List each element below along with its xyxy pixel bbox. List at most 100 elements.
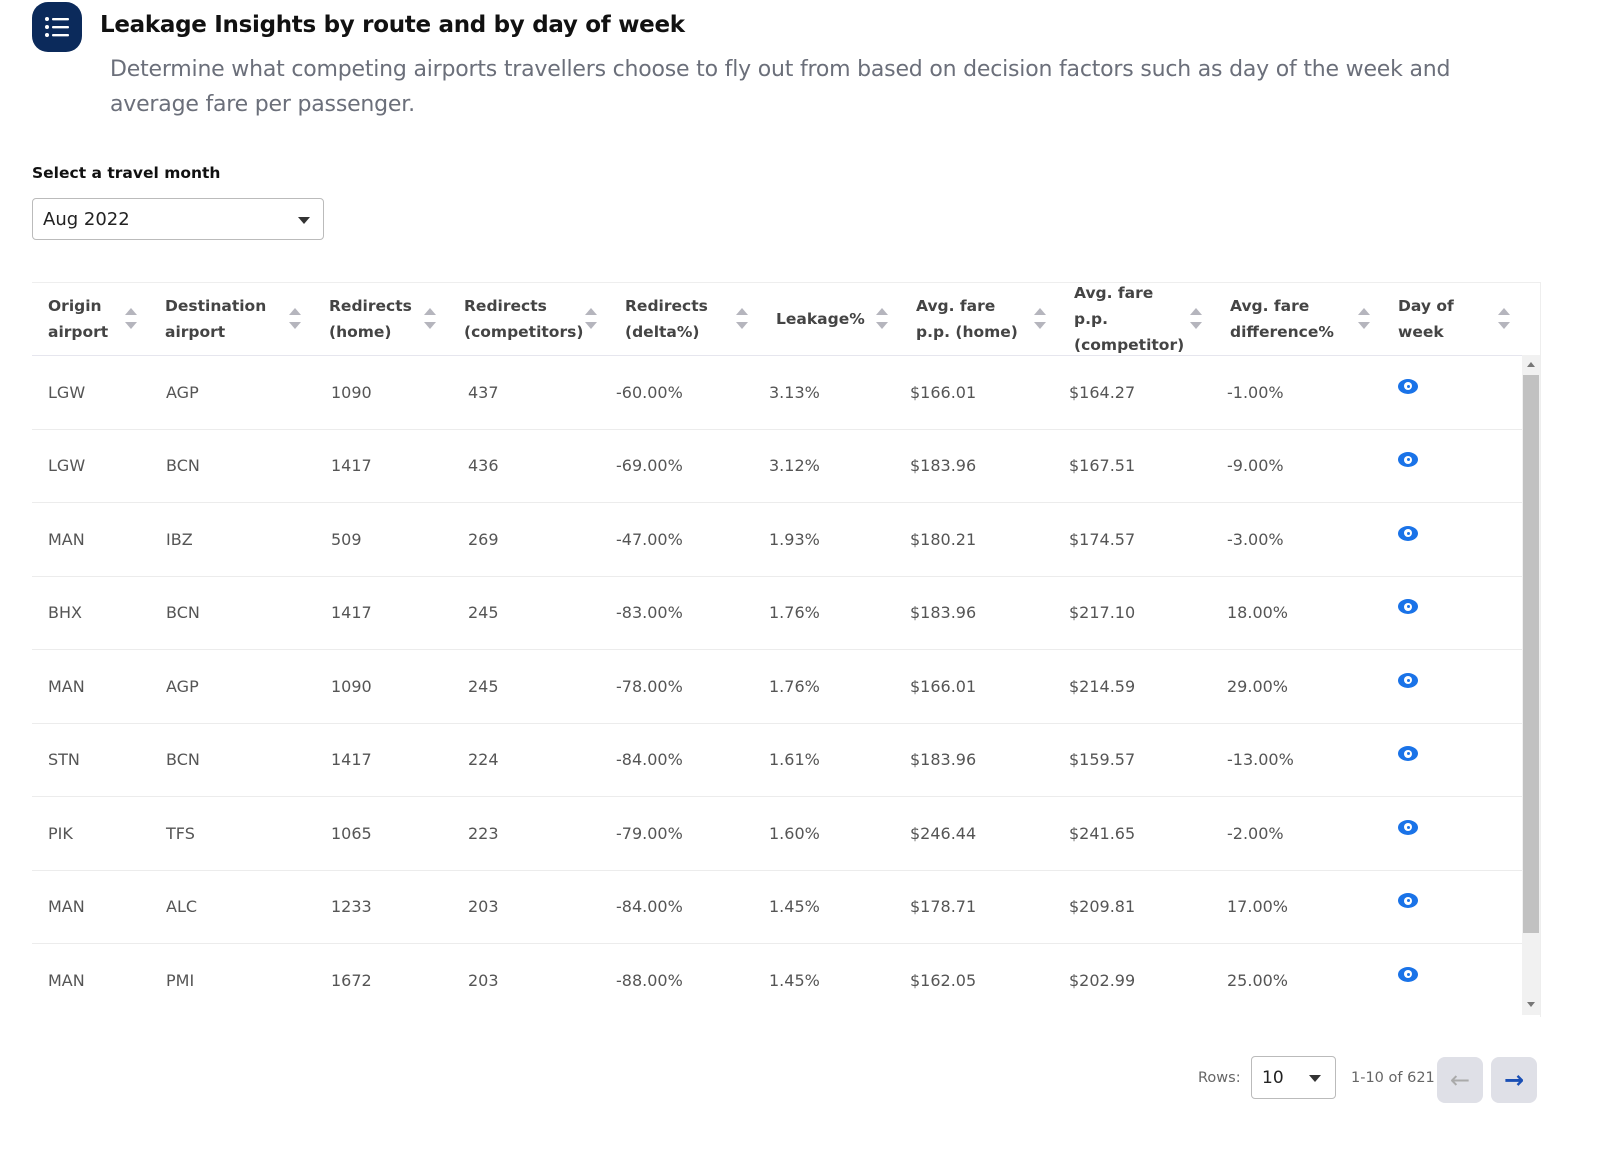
arrow-right-icon: → — [1503, 1066, 1525, 1094]
table-cell: $159.57 — [1069, 750, 1136, 770]
next-page-button[interactable]: → — [1491, 1057, 1537, 1103]
column-header[interactable]: Origin airport — [32, 291, 149, 347]
table-cell: $183.96 — [910, 456, 977, 476]
chevron-down-icon — [1309, 1075, 1321, 1082]
eye-icon[interactable] — [1398, 525, 1418, 541]
column-header[interactable]: Leakage% — [760, 291, 900, 347]
column-header[interactable]: Day of week — [1382, 291, 1522, 347]
table-cell: $178.71 — [910, 897, 977, 917]
table-cell: -84.00% — [616, 897, 683, 917]
eye-icon[interactable] — [1398, 599, 1418, 615]
scrollbar-thumb[interactable] — [1523, 375, 1539, 933]
column-header-label: Day of week — [1398, 297, 1454, 341]
table-cell: $166.01 — [910, 382, 977, 402]
sort-icon[interactable] — [585, 306, 597, 332]
sort-icon[interactable] — [1498, 306, 1510, 332]
table-cell: ALC — [166, 897, 198, 917]
table-header: Origin airport Destination airport Redirec… — [32, 283, 1522, 356]
scroll-up-icon[interactable] — [1527, 362, 1535, 367]
table-cell: -13.00% — [1227, 750, 1294, 770]
table-row: LGW AGP 1090 437 -60.00% 3.13% $166.01 $164.27 -… — [32, 356, 1522, 430]
table-cell: 1672 — [331, 970, 372, 990]
table-cell: -69.00% — [616, 456, 683, 476]
sort-icon[interactable] — [289, 306, 301, 332]
table-row: LGW BCN 1417 436 -69.00% 3.12% $183.96 $167.51 -… — [32, 430, 1522, 503]
table-cell: $209.81 — [1069, 897, 1136, 917]
prev-page-button[interactable]: ← — [1437, 1057, 1483, 1103]
table-cell: -60.00% — [616, 382, 683, 402]
column-header[interactable]: Redirects (competitors) — [448, 291, 609, 347]
day-of-week-cell — [1382, 525, 1522, 549]
eye-icon[interactable] — [1398, 893, 1418, 909]
table-cell: 437 — [468, 382, 499, 402]
rows-per-page-select[interactable]: 10 — [1251, 1056, 1336, 1099]
day-of-week-cell — [1382, 378, 1522, 402]
sort-icon[interactable] — [876, 306, 888, 332]
column-header-label: Leakage% — [776, 310, 865, 328]
table-row: BHX BCN 1417 245 -83.00% 1.76% $183.96 $217.10 1… — [32, 577, 1522, 650]
table-cell: STN — [48, 750, 80, 770]
eye-icon[interactable] — [1398, 378, 1418, 394]
table-cell: 203 — [468, 970, 499, 990]
table-row: MAN AGP 1090 245 -78.00% 1.76% $166.01 $214.59 2… — [32, 650, 1522, 724]
month-select[interactable]: Aug 2022 — [32, 198, 324, 240]
table-cell: $174.57 — [1069, 529, 1136, 549]
day-of-week-cell — [1382, 746, 1522, 769]
table-cell: AGP — [166, 676, 199, 696]
table-cell: 3.12% — [769, 456, 820, 476]
eye-icon[interactable] — [1398, 819, 1418, 835]
table-cell: 1.76% — [769, 603, 820, 623]
table-cell: $162.05 — [910, 970, 977, 990]
table-cell: MAN — [48, 970, 85, 990]
scroll-down-icon[interactable] — [1527, 1002, 1535, 1007]
table-cell: -88.00% — [616, 970, 683, 990]
table-cell: 245 — [468, 603, 499, 623]
column-header-label: Redirects (home) — [329, 297, 412, 341]
table-scrollbar[interactable] — [1522, 355, 1540, 1015]
table-cell: -84.00% — [616, 750, 683, 770]
column-header[interactable]: Avg. fare difference% — [1214, 291, 1382, 347]
eye-icon[interactable] — [1398, 672, 1418, 688]
table-cell: 436 — [468, 456, 499, 476]
table-row: STN BCN 1417 224 -84.00% 1.61% $183.96 $159.57 -… — [32, 724, 1522, 797]
eye-icon[interactable] — [1398, 746, 1418, 762]
sort-icon[interactable] — [424, 306, 436, 332]
table-cell: $202.99 — [1069, 970, 1136, 990]
column-header-label: Origin airport — [48, 297, 109, 341]
table-cell: 1.61% — [769, 750, 820, 770]
sort-icon[interactable] — [736, 306, 748, 332]
table-cell: 1090 — [331, 676, 372, 696]
table-cell: -83.00% — [616, 603, 683, 623]
pagination-range: 1-10 of 621 — [1351, 1070, 1435, 1086]
table-cell: -78.00% — [616, 676, 683, 696]
table-cell: MAN — [48, 529, 85, 549]
sort-icon[interactable] — [1190, 306, 1202, 332]
table-cell: 25.00% — [1227, 970, 1289, 990]
table-cell: 1090 — [331, 382, 372, 402]
sort-icon[interactable] — [1034, 306, 1046, 332]
page-title: Leakage Insights by route and by day of … — [100, 12, 685, 38]
column-header[interactable]: Redirects (delta%) — [609, 291, 760, 347]
column-header[interactable]: Redirects (home) — [313, 291, 448, 347]
table-cell: 1.76% — [769, 676, 820, 696]
column-header-label: Redirects (delta%) — [625, 297, 708, 341]
table-cell: 1417 — [331, 456, 372, 476]
eye-icon[interactable] — [1398, 452, 1418, 468]
table-cell: LGW — [48, 382, 86, 402]
sort-icon[interactable] — [1358, 306, 1370, 332]
table-cell: BCN — [166, 603, 200, 623]
column-header[interactable]: Avg. fare p.p. (competitor) — [1058, 284, 1214, 354]
day-of-week-cell — [1382, 672, 1522, 696]
eye-icon[interactable] — [1398, 966, 1418, 982]
sort-icon[interactable] — [125, 306, 137, 332]
column-header[interactable]: Avg. fare p.p. (home) — [900, 291, 1058, 347]
table-cell: 17.00% — [1227, 897, 1289, 917]
column-header[interactable]: Destination airport — [149, 291, 313, 347]
table-cell: 1.60% — [769, 823, 820, 843]
list-icon — [32, 2, 82, 52]
table-cell: TFS — [166, 823, 195, 843]
table-cell: 18.00% — [1227, 603, 1289, 623]
table-cell: 1417 — [331, 750, 372, 770]
table-cell: 1.45% — [769, 897, 820, 917]
table-cell: $183.96 — [910, 603, 977, 623]
